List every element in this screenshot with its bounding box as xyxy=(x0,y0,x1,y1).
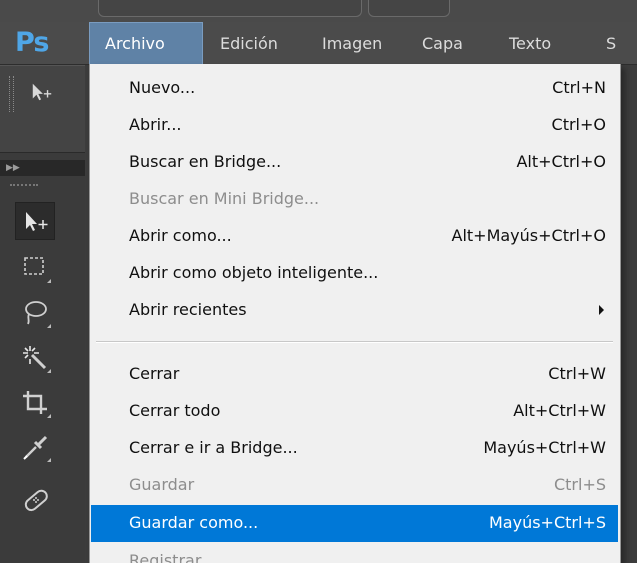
menu-item-label: Abrir recientes xyxy=(129,300,247,319)
document-tab-fragment xyxy=(98,0,362,17)
collapse-icon[interactable]: ▶▶ xyxy=(6,160,20,176)
menu-item-shortcut: Mayús+Ctrl+W xyxy=(483,438,606,457)
move-tool-icon[interactable] xyxy=(30,80,54,104)
menu-item-label: Abrir... xyxy=(129,115,182,134)
menu-item-label: Buscar en Bridge... xyxy=(129,152,282,171)
eyedropper-tool[interactable] xyxy=(15,427,55,465)
menu-item-shortcut: Ctrl+S xyxy=(553,475,606,494)
menu-item-abrir-recientes[interactable]: Abrir recientes xyxy=(91,292,618,329)
lasso-tool-icon xyxy=(25,301,47,325)
tools-panel: ▶▶ xyxy=(0,65,85,563)
photoshop-logo: Ps xyxy=(15,27,49,58)
lasso-tool[interactable] xyxy=(15,293,55,331)
menu-item-abrir-como[interactable]: Abrir como... Alt+Mayús+Ctrl+O xyxy=(91,218,618,255)
menu-separator xyxy=(96,341,613,343)
menu-s[interactable]: S xyxy=(592,22,630,64)
tool-flyout-indicator xyxy=(47,414,51,418)
menu-item-shortcut: Alt+Ctrl+W xyxy=(513,401,606,420)
move-tool-icon xyxy=(26,212,48,231)
menu-item-shortcut: Ctrl+N xyxy=(552,78,606,97)
menu-capa[interactable]: Capa xyxy=(408,22,477,64)
menu-item-nuevo[interactable]: Nuevo... Ctrl+N xyxy=(91,70,618,107)
menu-item-label: Cerrar xyxy=(129,364,180,383)
menu-item-buscar-en-mini-bridge: Buscar en Mini Bridge... xyxy=(91,181,618,218)
collapse-bar[interactable]: ▶▶ xyxy=(0,160,85,176)
menu-item-label: Nuevo... xyxy=(129,78,196,97)
menu-item-shortcut: Mayús+Ctrl+S xyxy=(489,513,606,532)
menu-item-shortcut: Ctrl+W xyxy=(548,364,606,383)
menu-item-buscar-en-bridge[interactable]: Buscar en Bridge... Alt+Ctrl+O xyxy=(91,144,618,181)
eyedropper-icon xyxy=(23,435,48,460)
menu-item-label: Registrar xyxy=(129,551,202,563)
marquee-tool-icon xyxy=(24,257,44,275)
crop-tool-icon xyxy=(23,391,47,414)
menu-item-label: Cerrar todo xyxy=(129,401,221,420)
menu-texto[interactable]: Texto xyxy=(495,22,565,64)
move-tool[interactable] xyxy=(15,202,55,240)
panel-grip-dots[interactable] xyxy=(10,184,38,188)
options-bar-fragment xyxy=(0,65,85,153)
submenu-arrow-icon xyxy=(599,305,604,315)
menu-item-label: Guardar como... xyxy=(129,513,259,532)
document-tab-fragment-2 xyxy=(368,0,450,17)
healing-brush-tool[interactable] xyxy=(15,479,55,517)
menu-item-cerrar-todo[interactable]: Cerrar todo Alt+Ctrl+W xyxy=(91,393,618,430)
menu-bar: Ps Archivo Edición Imagen Capa Texto S xyxy=(0,22,637,65)
menu-item-label: Guardar xyxy=(129,475,195,494)
menu-item-label: Abrir como objeto inteligente... xyxy=(129,263,379,282)
menu-edicion[interactable]: Edición xyxy=(206,22,292,64)
menu-item-registrar: Registrar xyxy=(91,543,618,563)
marquee-tool[interactable] xyxy=(15,248,55,286)
menu-item-guardar: Guardar Ctrl+S xyxy=(91,467,618,504)
menu-item-shortcut: Alt+Mayús+Ctrl+O xyxy=(451,226,607,245)
menu-item-cerrar-e-ir-a-bridge[interactable]: Cerrar e ir a Bridge... Mayús+Ctrl+W xyxy=(91,430,618,467)
crop-tool[interactable] xyxy=(15,383,55,421)
tool-flyout-indicator xyxy=(47,279,51,283)
panel-grip[interactable] xyxy=(9,76,14,112)
tool-flyout-indicator xyxy=(47,369,51,373)
magic-wand-icon xyxy=(23,346,47,370)
menu-item-abrir-como-objeto-inteligente[interactable]: Abrir como objeto inteligente... xyxy=(91,255,618,292)
menu-item-shortcut: Alt+Ctrl+O xyxy=(516,152,606,171)
menu-item-label: Buscar en Mini Bridge... xyxy=(129,189,320,208)
magic-wand-tool[interactable] xyxy=(15,338,55,376)
menu-imagen[interactable]: Imagen xyxy=(308,22,396,64)
menu-item-label: Cerrar e ir a Bridge... xyxy=(129,438,298,457)
menu-item-guardar-como[interactable]: Guardar como... Mayús+Ctrl+S xyxy=(91,505,618,542)
menu-item-shortcut: Ctrl+O xyxy=(551,115,606,134)
menu-item-cerrar[interactable]: Cerrar Ctrl+W xyxy=(91,356,618,393)
menu-archivo[interactable]: Archivo xyxy=(89,22,203,64)
archivo-dropdown-menu: Nuevo... Ctrl+N Abrir... Ctrl+O Buscar e… xyxy=(89,64,621,563)
menu-item-abrir[interactable]: Abrir... Ctrl+O xyxy=(91,107,618,144)
menu-item-label: Abrir como... xyxy=(129,226,232,245)
top-strip xyxy=(0,0,637,22)
tool-flyout-indicator xyxy=(47,458,51,462)
tool-flyout-indicator xyxy=(47,324,51,328)
healing-brush-icon xyxy=(24,489,48,512)
